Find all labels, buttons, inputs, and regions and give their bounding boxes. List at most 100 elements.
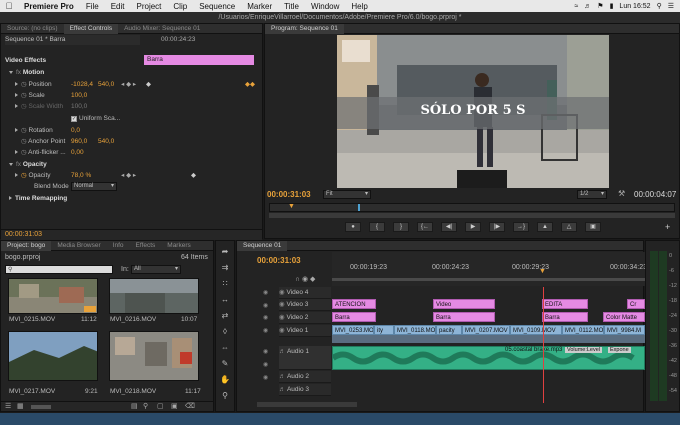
tab-sequence[interactable]: Sequence 01: [237, 240, 288, 251]
tab-program[interactable]: Program: Sequence 01: [265, 23, 344, 34]
anchor-x[interactable]: 960,0: [71, 137, 87, 147]
expand-icon[interactable]: [15, 128, 18, 132]
position-x[interactable]: -1028,4: [71, 80, 93, 90]
step-back-button[interactable]: ◀|: [441, 222, 457, 232]
timeline-playhead-line[interactable]: [543, 287, 544, 403]
battery-icon[interactable]: ▮: [610, 2, 614, 10]
clip-v1-opacity-1[interactable]: ity: [374, 325, 394, 335]
project-thumb-4[interactable]: [109, 331, 199, 381]
pen-tool-icon[interactable]: ✎: [218, 359, 232, 369]
expand-icon[interactable]: [15, 173, 18, 177]
step-forward-button[interactable]: |▶: [489, 222, 505, 232]
tab-project[interactable]: Project: bogo: [1, 240, 52, 251]
program-video-frame[interactable]: SÓLO POR 5 S: [337, 35, 609, 188]
track-audio-2[interactable]: ♬ Audio 2: [279, 371, 331, 383]
playhead-marker-icon[interactable]: ▼: [288, 203, 295, 210]
quality-select[interactable]: 1/2 ▾: [577, 190, 607, 199]
scale-value[interactable]: 100,0: [71, 91, 87, 101]
clip-v1-0118[interactable]: MVI_0118.MOV: [394, 325, 436, 335]
in-select[interactable]: All ▾: [131, 265, 181, 274]
project-thumb-2[interactable]: [109, 278, 199, 314]
track-target-icons[interactable]: ◉ ◉ ◉ ◉: [263, 287, 277, 337]
menu-project[interactable]: Project: [131, 2, 168, 11]
razor-tool-icon[interactable]: ◊: [218, 327, 232, 337]
volume-level-dropdown[interactable]: Volume:Level: [565, 347, 603, 353]
add-button[interactable]: +: [665, 222, 670, 232]
tab-media-browser[interactable]: Media Browser: [51, 242, 106, 249]
menu-title[interactable]: Title: [278, 2, 305, 11]
program-scrub-bar[interactable]: ▼: [269, 203, 675, 212]
uniform-scale-checkbox[interactable]: ✓: [71, 116, 77, 122]
stopwatch-icon[interactable]: ◷: [21, 149, 27, 156]
clip-a1-audio[interactable]: 05.coastal brake.mp3 Volume:Level Expone: [332, 346, 645, 370]
wrench-icon[interactable]: ⚒: [618, 189, 625, 198]
lift-button[interactable]: ▲: [537, 222, 553, 232]
track-select-tool-icon[interactable]: ⇉: [218, 263, 232, 273]
tab-audio-mixer[interactable]: Audio Mixer: Sequence 01: [118, 25, 206, 32]
menu-marker[interactable]: Marker: [241, 2, 278, 11]
menu-clip[interactable]: Clip: [167, 2, 193, 11]
eye-icon[interactable]: ◉: [279, 301, 285, 308]
tab-effects[interactable]: Effects: [130, 242, 162, 249]
tab-markers[interactable]: Markers: [161, 242, 196, 249]
tab-source[interactable]: Source: (no clips): [1, 25, 64, 32]
list-icon[interactable]: ☰: [668, 2, 674, 10]
collapse-icon[interactable]: [9, 163, 13, 166]
new-item-icon[interactable]: ▣: [171, 402, 178, 410]
work-area-bar[interactable]: [332, 278, 645, 281]
menu-file[interactable]: File: [80, 2, 105, 11]
clip-v2-color-matte[interactable]: Color Matte: [603, 312, 645, 322]
track-video-1[interactable]: ◉ Video 1: [279, 325, 331, 337]
speaker-icon[interactable]: ♬: [279, 348, 286, 355]
expand-icon[interactable]: [9, 196, 12, 200]
expand-icon[interactable]: [15, 104, 18, 108]
clip-v3-atencion[interactable]: ATENCION: [332, 299, 376, 309]
automate-icon[interactable]: ▤: [131, 402, 138, 410]
rate-stretch-tool-icon[interactable]: ⇄: [218, 311, 232, 321]
opacity-keyframe-icon[interactable]: ◆: [191, 171, 196, 181]
fx-icon[interactable]: fx: [16, 69, 21, 76]
zoom-slider[interactable]: [31, 405, 51, 409]
hand-tool-icon[interactable]: ✋: [218, 375, 232, 385]
selection-tool-icon[interactable]: ➦: [218, 247, 232, 257]
exponential-fade-dropdown[interactable]: Expone: [608, 347, 631, 353]
collapse-icon[interactable]: [9, 71, 13, 74]
menu-window[interactable]: Window: [305, 2, 345, 11]
menubar-clock[interactable]: Lun 16:52: [619, 3, 650, 10]
new-bin-icon[interactable]: ▢: [157, 402, 164, 410]
opacity-value[interactable]: 78,0 %: [71, 171, 91, 181]
clip-v1-0253[interactable]: MVI_0253.MOV: [332, 325, 374, 335]
blend-mode-select[interactable]: Normal ▾: [71, 182, 117, 191]
rotation-value[interactable]: 0,0: [71, 126, 80, 136]
volume-icon[interactable]: ♬: [584, 3, 591, 10]
go-to-out-button[interactable]: →}: [513, 222, 529, 232]
expand-icon[interactable]: [15, 82, 18, 86]
export-frame-button[interactable]: ▣: [585, 222, 601, 232]
timeline-timecode[interactable]: 00:00:31:03: [257, 256, 301, 265]
track-video-2[interactable]: ◉ Video 2: [279, 312, 331, 324]
stopwatch-active-icon[interactable]: ◷: [21, 172, 27, 179]
antiflicker-value[interactable]: 0,00: [71, 148, 84, 158]
scale-width-value[interactable]: 100,0: [71, 102, 87, 112]
timeline-ruler[interactable]: 00:00:19:23 00:00:24:23 00:00:29:23 00:0…: [332, 252, 647, 286]
menu-help[interactable]: Help: [345, 2, 373, 11]
list-view-icon[interactable]: ☰: [5, 402, 11, 410]
ec-clip-bar[interactable]: Barra: [144, 55, 254, 65]
anchor-y[interactable]: 540,0: [98, 137, 114, 147]
timeline-zoom-bar[interactable]: [257, 402, 357, 407]
find-icon[interactable]: ⚲: [143, 402, 148, 410]
track-audio-1[interactable]: ♬ Audio 1: [279, 346, 331, 370]
speaker-icon[interactable]: ♬: [279, 373, 286, 380]
snap-icon[interactable]: ∩ ◉ ◆: [295, 275, 315, 283]
keyframe-end-icon[interactable]: ◆◆: [245, 80, 255, 90]
program-zoom-bar[interactable]: [269, 213, 675, 218]
clip-v2-barra-1[interactable]: Barra: [332, 312, 376, 322]
mark-out-button[interactable]: }: [393, 222, 409, 232]
clip-v1-0109[interactable]: MVI_0109.MOV: [510, 325, 562, 335]
flag-icon[interactable]: ⚑: [597, 2, 603, 10]
clip-v1-0112[interactable]: MVI_0112.MOV: [562, 325, 604, 335]
clip-v3-video[interactable]: Video: [433, 299, 495, 309]
speaker-icon[interactable]: ♬: [279, 386, 286, 393]
audio-target-icons[interactable]: ◉ ◉ ◉: [263, 346, 277, 396]
icon-view-icon[interactable]: ▦: [17, 402, 24, 410]
